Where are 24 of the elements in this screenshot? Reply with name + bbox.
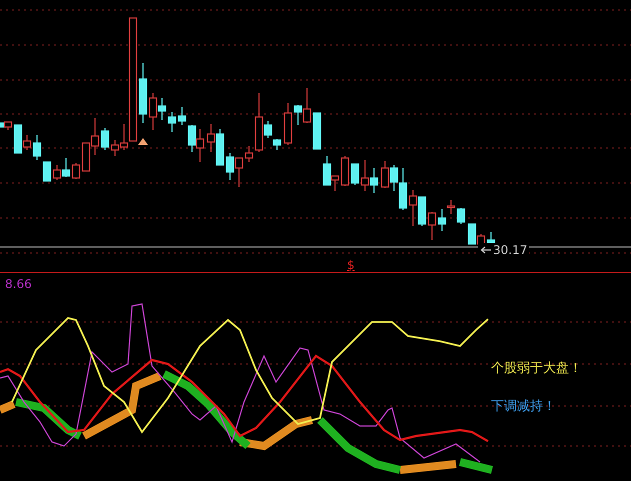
last-price-label: 30.17	[493, 243, 528, 257]
candlestick	[42, 161, 52, 182]
signal-annotation: 下调减持！	[491, 399, 556, 415]
candlestick	[360, 160, 370, 191]
candlestick	[380, 161, 390, 188]
candlestick	[62, 158, 70, 177]
left-arrow-icon	[480, 246, 492, 254]
candlestick	[196, 129, 204, 162]
candlestick	[52, 165, 62, 180]
candlestick	[418, 196, 426, 226]
signal-marker: $	[347, 259, 355, 272]
candlestick	[408, 190, 418, 226]
candlestick	[350, 163, 360, 185]
triangle-marker-icon	[138, 138, 148, 145]
candlestick	[312, 112, 322, 150]
signal-annotation: 个股弱于大盘！	[491, 361, 582, 377]
candlestick	[428, 212, 436, 240]
candlestick	[456, 208, 466, 224]
candlestick	[370, 168, 378, 193]
candlestick	[168, 112, 176, 132]
candlestick	[206, 124, 216, 152]
candlestick	[226, 153, 234, 180]
candlestick	[216, 129, 224, 166]
indicator-value: 8.66	[5, 277, 32, 291]
